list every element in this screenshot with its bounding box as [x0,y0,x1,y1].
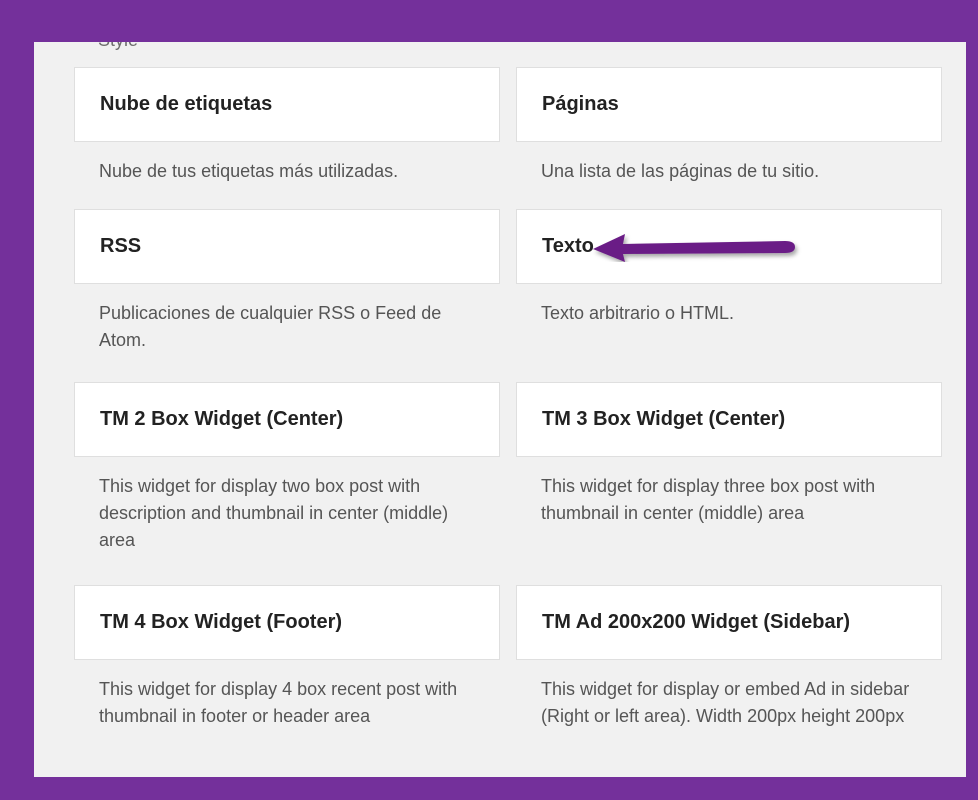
widget-tm-3-box-center[interactable]: TM 3 Box Widget (Center) This widget for… [516,382,942,527]
widget-nube-de-etiquetas[interactable]: Nube de etiquetas Nube de tus etiquetas … [74,67,500,185]
widget-title[interactable]: TM 4 Box Widget (Footer) [74,585,500,660]
widget-description: Una lista de las páginas de tu sitio. [541,161,820,181]
widget-description: This widget for display three box post w… [541,476,876,523]
widget-title[interactable]: TM 3 Box Widget (Center) [516,382,942,457]
widget-title[interactable]: TM Ad 200x200 Widget (Sidebar) [516,585,942,660]
widget-description: This widget for display two box post wit… [99,476,449,550]
widget-title[interactable]: Nube de etiquetas [74,67,500,142]
widget-tm-2-box-center[interactable]: TM 2 Box Widget (Center) This widget for… [74,382,500,554]
widget-description: This widget for display or embed Ad in s… [541,679,910,726]
widget-title[interactable]: TM 2 Box Widget (Center) [74,382,500,457]
widget-tm-4-box-footer[interactable]: TM 4 Box Widget (Footer) This widget for… [74,585,500,730]
widget-rss[interactable]: RSS Publicaciones de cualquier RSS o Fee… [74,209,500,354]
section-label: Style [98,42,138,51]
widget-title[interactable]: RSS [74,209,500,284]
widget-tm-ad-200x200-sidebar[interactable]: TM Ad 200x200 Widget (Sidebar) This widg… [516,585,942,730]
widget-description: Publicaciones de cualquier RSS o Feed de… [99,303,442,350]
widget-description: Texto arbitrario o HTML. [541,303,735,323]
widget-description: Nube de tus etiquetas más utilizadas. [99,161,399,181]
arrow-left-icon [593,234,795,262]
widget-paginas[interactable]: Páginas Una lista de las páginas de tu s… [516,67,942,185]
widget-title[interactable]: Páginas [516,67,942,142]
available-widgets-panel: Style Nube de etiquetas Nube de tus etiq… [34,42,966,777]
widget-description: This widget for display 4 box recent pos… [99,679,458,726]
